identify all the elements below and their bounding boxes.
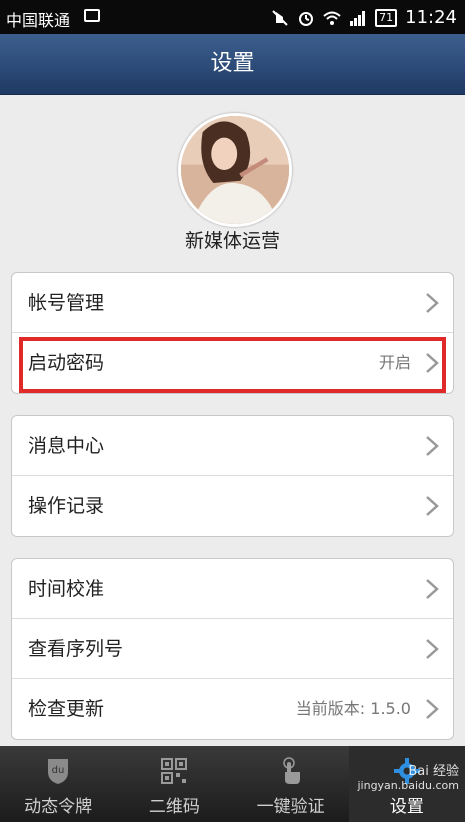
touch-hand-icon [282,757,300,784]
row-serial-number[interactable]: 查看序列号 [12,619,453,679]
row-operation-log[interactable]: 操作记录 [12,476,453,536]
row-time-calibration[interactable]: 时间校准 [12,559,453,619]
row-check-update[interactable]: 检查更新 当前版本: 1.5.0 [12,679,453,739]
chevron-right-icon [426,699,439,719]
wifi-icon [323,11,341,25]
system-group: 时间校准 查看序列号 检查更新 当前版本: 1.5.0 [11,558,454,740]
watermark-line1: Bai 经验 [408,764,459,779]
battery-icon: 71 [375,8,398,27]
page-title: 设置 [210,51,255,76]
tab-label: 一键验证 [256,797,325,817]
tab-dynamic-token[interactable]: du 动态令牌 [0,746,116,822]
row-label: 启动密码 [28,352,105,374]
chevron-right-icon [426,293,439,313]
baidu-jingyan-watermark: Bai 经验 jingyan.baidu.com [357,760,459,792]
row-label: 检查更新 [28,698,105,720]
chevron-right-icon [426,353,439,373]
title-bar: 设置 [0,34,465,95]
chevron-right-icon [426,436,439,456]
tab-one-click-verify[interactable]: 一键验证 [233,746,349,822]
carrier-name: 中国联通 [6,11,71,30]
avatar-photo-icon [181,116,289,224]
account-settings-group: 帐号管理 启动密码 开启 [11,272,454,394]
row-message-center[interactable]: 消息中心 [12,416,453,476]
alarm-icon [299,11,314,26]
svg-text:du: du [52,765,65,776]
qr-code-icon [161,758,188,784]
row-label: 消息中心 [28,435,105,457]
row-label: 操作记录 [28,495,105,517]
row-account-management[interactable]: 帐号管理 [12,273,453,333]
row-label: 查看序列号 [28,638,124,660]
row-label: 时间校准 [28,578,105,600]
tab-label: 动态令牌 [24,797,93,817]
chevron-right-icon [426,579,439,599]
message-group: 消息中心 操作记录 [11,415,454,537]
mute-icon [272,9,288,26]
profile-name: 新媒体运营 [184,230,280,252]
clock: 11:24 [405,7,457,28]
row-label: 帐号管理 [28,292,105,314]
shield-du-icon: du [48,759,69,784]
row-value: 开启 [378,353,411,372]
chevron-right-icon [426,639,439,659]
chevron-right-icon [426,496,439,516]
status-bar: 中国联通 71 11:24 [0,0,465,34]
tab-qr-code[interactable]: 二维码 [116,746,232,822]
avatar[interactable] [178,113,292,227]
tab-label: 设置 [389,797,424,817]
row-value: 当前版本: 1.5.0 [295,699,411,718]
tab-label: 二维码 [148,797,200,817]
signal-icon [350,10,366,26]
row-startup-password[interactable]: 启动密码 开启 [12,333,453,393]
image-notification-icon [84,9,100,22]
status-icons: 71 11:24 [271,7,457,28]
watermark-line2: jingyan.baidu.com [357,779,459,792]
